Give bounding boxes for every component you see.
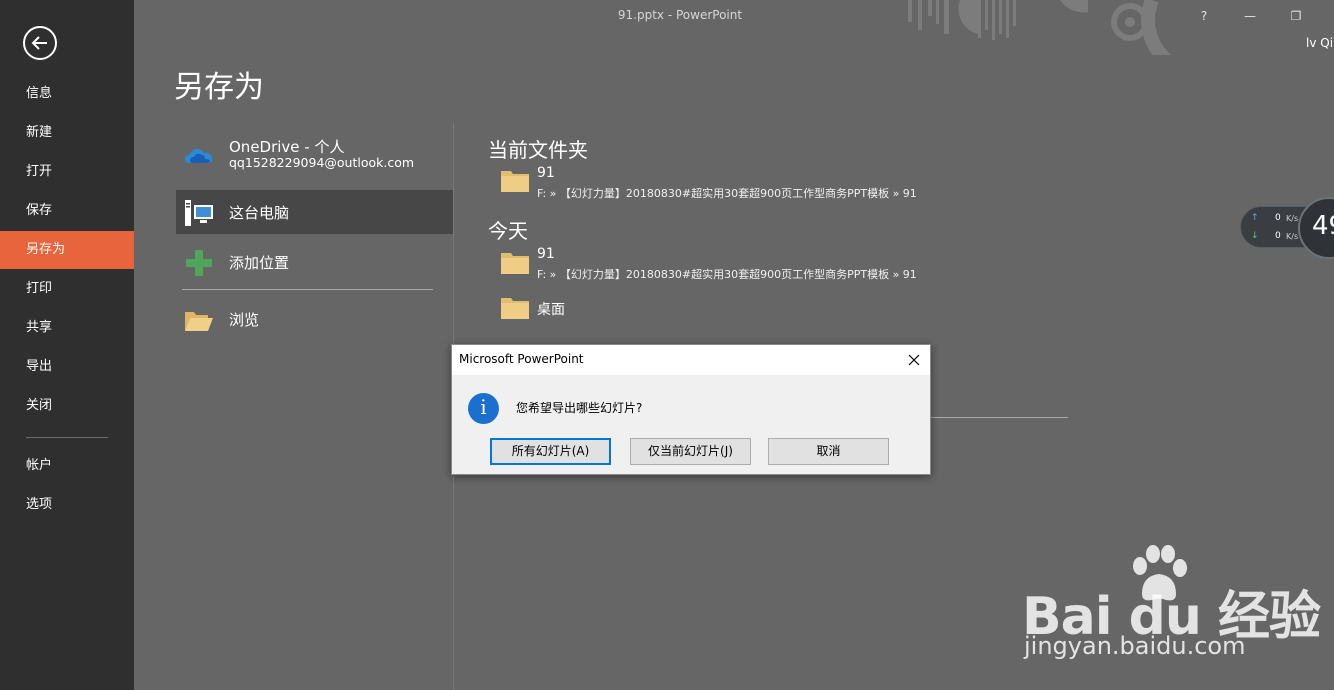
- browse-label: 浏览: [229, 311, 260, 329]
- window-title: 91.pptx - PowerPoint: [617, 8, 743, 22]
- all-slides-button[interactable]: 所有幻灯片(A): [490, 438, 611, 465]
- download-unit: K/s: [1286, 232, 1299, 241]
- plus-icon: [186, 250, 212, 276]
- cloud-icon: [185, 149, 213, 163]
- back-button[interactable]: [23, 26, 57, 60]
- nav-item-close[interactable]: 关闭: [0, 387, 134, 425]
- computer-icon: [185, 200, 213, 226]
- download-value: 0: [1275, 231, 1281, 241]
- nav-item-account[interactable]: 帐户: [0, 447, 134, 485]
- title-bar-pattern: [908, 0, 1200, 55]
- location-onedrive[interactable]: OneDrive - 个人 qq1528229094@outlook.com: [176, 133, 453, 177]
- upload-value: 0: [1275, 213, 1281, 223]
- close-icon[interactable]: [904, 350, 924, 370]
- nav-item-open[interactable]: 打开: [0, 153, 134, 191]
- watermark-url: jingyan.baidu.com: [1024, 632, 1246, 660]
- this-pc-label: 这台电脑: [229, 204, 290, 222]
- download-arrow-icon: ↓: [1251, 231, 1259, 241]
- nav-item-print[interactable]: 打印: [0, 270, 134, 308]
- info-icon: i: [468, 393, 499, 424]
- location-this-pc[interactable]: 这台电脑: [176, 190, 453, 234]
- help-button[interactable]: ?: [1184, 4, 1224, 28]
- onedrive-account: qq1528229094@outlook.com: [229, 155, 415, 170]
- cancel-button[interactable]: 取消: [768, 438, 889, 465]
- upload-arrow-icon: ↑: [1251, 213, 1259, 223]
- nav-item-share[interactable]: 共享: [0, 309, 134, 347]
- minimize-button[interactable]: —: [1230, 4, 1270, 28]
- nav-item-info[interactable]: 信息: [0, 75, 134, 113]
- location-add-place[interactable]: 添加位置: [176, 240, 453, 284]
- nav-item-options[interactable]: 选项: [0, 486, 134, 524]
- folder-icon: [501, 171, 529, 192]
- info-glyph: i: [480, 395, 487, 419]
- current-folder-path: F: » 【幻灯力量】20180830#超实用30套超900页工作型商务PPT模…: [537, 187, 917, 200]
- current-folder-name[interactable]: 91: [537, 165, 555, 181]
- page-title: 另存为: [174, 70, 264, 105]
- folder-icon: [501, 253, 529, 274]
- desktop-folder-name[interactable]: 桌面: [537, 299, 565, 319]
- backstage-nav: 信息 新建 打开 保存 另存为 打印 共享 导出 关闭 帐户 选项: [0, 0, 134, 690]
- upload-unit: K/s: [1286, 214, 1299, 223]
- export-slides-dialog: Microsoft PowerPoint i 您希望导出哪些幻灯片? 所有幻灯片…: [451, 344, 931, 475]
- recent-divider: [930, 417, 1068, 418]
- location-divider: [182, 289, 433, 290]
- today-folder-name[interactable]: 91: [537, 246, 555, 262]
- location-browse[interactable]: 浏览: [176, 297, 453, 341]
- folder-icon: [501, 298, 529, 319]
- open-folder-icon: [185, 312, 213, 331]
- nav-item-save[interactable]: 保存: [0, 192, 134, 230]
- today-heading: 今天: [488, 219, 528, 243]
- current-folder-heading: 当前文件夹: [488, 138, 588, 162]
- usage-percent: 49: [1312, 211, 1334, 241]
- arrow-left-icon: [31, 36, 47, 50]
- nav-item-new[interactable]: 新建: [0, 114, 134, 152]
- current-slide-button[interactable]: 仅当前幻灯片(J): [630, 438, 751, 465]
- baidu-watermark: Bai du 经验 jingyan.baidu.com: [1022, 542, 1322, 682]
- nav-item-export[interactable]: 导出: [0, 348, 134, 386]
- dialog-title: Microsoft PowerPoint: [459, 352, 584, 366]
- dialog-message: 您希望导出哪些幻灯片?: [516, 401, 643, 415]
- today-folder-path: F: » 【幻灯力量】20180830#超实用30套超900页工作型商务PPT模…: [537, 268, 917, 281]
- add-place-label: 添加位置: [229, 254, 290, 272]
- onedrive-label: OneDrive - 个人: [229, 138, 345, 156]
- dialog-titlebar[interactable]: Microsoft PowerPoint: [452, 345, 930, 375]
- nav-item-save-as[interactable]: 另存为: [0, 231, 134, 269]
- nav-divider: [26, 437, 108, 438]
- account-name[interactable]: lv Qi: [1306, 36, 1333, 50]
- restore-button[interactable]: ❐: [1276, 4, 1316, 28]
